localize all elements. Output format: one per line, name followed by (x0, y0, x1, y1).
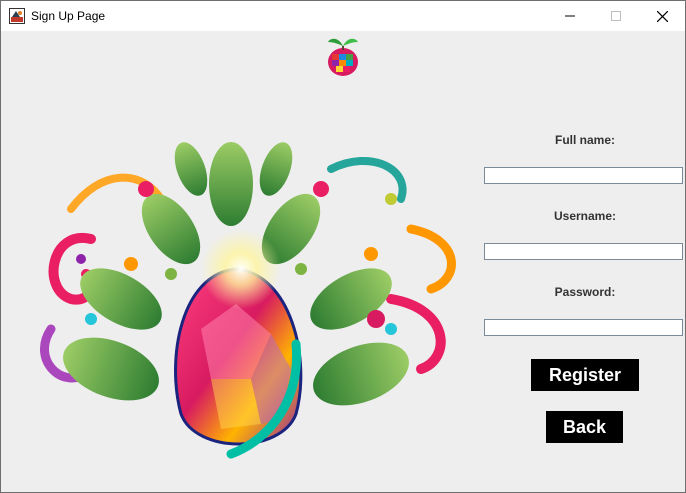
jewel-egg-foliage-illustration (40, 142, 456, 459)
back-button[interactable]: Back (546, 411, 623, 443)
minimize-button[interactable] (547, 1, 593, 31)
app-icon (9, 8, 25, 24)
password-label: Password: (554, 285, 616, 299)
close-button[interactable] (639, 1, 685, 31)
minimize-icon (565, 15, 575, 17)
maximize-button[interactable] (593, 1, 639, 31)
fullname-input[interactable] (484, 167, 683, 184)
window-title: Sign Up Page (31, 9, 106, 23)
fullname-label: Full name: (554, 133, 615, 147)
apple-logo-icon (328, 38, 358, 76)
username-input[interactable] (484, 243, 683, 260)
username-label: Username: (553, 209, 617, 223)
title-bar[interactable]: Sign Up Page (1, 1, 685, 31)
close-icon (656, 10, 668, 22)
maximize-icon (611, 11, 621, 21)
signup-window: Sign Up Page Full name: Username: Passwo… (0, 0, 686, 493)
register-button[interactable]: Register (531, 359, 639, 391)
password-input[interactable] (484, 319, 683, 336)
